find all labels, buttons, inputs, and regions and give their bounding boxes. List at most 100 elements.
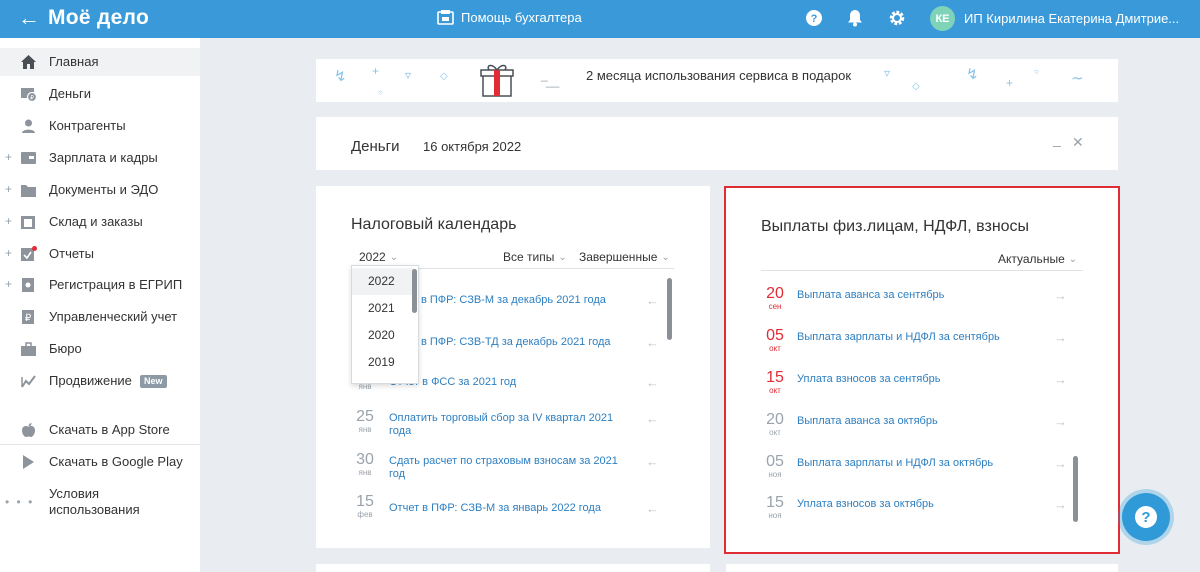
arrow-left-icon: ← xyxy=(646,501,659,516)
sidebar-item-promotion[interactable]: Продвижение New xyxy=(0,367,200,395)
chevron-down-icon: ⌄ xyxy=(389,251,399,263)
year-select[interactable]: 2022 ⌄ xyxy=(359,250,398,264)
top-bar: ← Моё дело Помощь бухгалтера ? КЕ ИП Кир… xyxy=(0,0,1200,38)
sidebar-item-management[interactable]: ₽ Управленческий учет xyxy=(0,303,200,331)
sidebar: Главная ₽ Деньги Контрагенты + Зарплата … xyxy=(0,38,200,572)
dropdown-scrollbar[interactable] xyxy=(412,269,417,313)
money-header: Деньги 16 октября 2022 _ ✕ xyxy=(316,117,1118,170)
decor-icon: ○ xyxy=(378,88,383,97)
help-button[interactable]: ? xyxy=(1122,493,1170,541)
sidebar-item-label: Документы и ЭДО xyxy=(49,182,159,197)
salary-icon xyxy=(21,152,36,164)
sidebar-item-label: Скачать в Google Play xyxy=(49,454,183,469)
sidebar-item-contractors[interactable]: Контрагенты xyxy=(0,112,200,140)
bureau-icon xyxy=(21,342,36,356)
sidebar-item-warehouse[interactable]: + Склад и заказы xyxy=(0,208,200,236)
expand-icon[interactable]: + xyxy=(5,183,12,195)
decor-icon: ▿ xyxy=(884,66,891,80)
tax-calendar-title: Налоговый календарь xyxy=(351,216,517,233)
year-option[interactable]: 2020 xyxy=(352,322,414,349)
app-logo[interactable]: Моё дело xyxy=(48,6,149,30)
expand-icon[interactable]: + xyxy=(5,215,12,227)
sidebar-item-terms[interactable]: • • • Условия использования xyxy=(0,484,200,520)
sidebar-item-label: Главная xyxy=(49,54,99,69)
accountant-help-link[interactable]: Помощь бухгалтера xyxy=(437,9,582,25)
sidebar-item-label: Продвижение xyxy=(49,373,132,388)
next-card xyxy=(726,564,1118,572)
home-icon xyxy=(21,55,36,69)
arrow-left-icon: ← xyxy=(646,411,659,426)
sidebar-item-label: Регистрация в ЕГРИП xyxy=(49,277,183,292)
arrow-left-icon: ← xyxy=(646,335,659,350)
contacts-icon xyxy=(22,119,35,133)
back-arrow-icon[interactable]: ← xyxy=(18,5,40,31)
scrollbar[interactable] xyxy=(667,278,672,340)
gear-icon[interactable] xyxy=(888,9,906,27)
year-option[interactable]: 2019 xyxy=(352,349,414,376)
warehouse-icon xyxy=(21,216,35,229)
list-item[interactable]: 25 янв Оплатить торговый сбор за IV кварт… xyxy=(351,408,671,444)
minimize-icon[interactable]: _ xyxy=(1053,131,1061,147)
sidebar-item-documents[interactable]: + Документы и ЭДО xyxy=(0,176,200,204)
money-title: Деньги xyxy=(351,138,400,155)
svg-text:?: ? xyxy=(1141,509,1150,526)
sidebar-item-google-play[interactable]: Скачать в Google Play xyxy=(0,448,200,476)
date-box: 30 янв xyxy=(356,451,374,477)
decor-icon: ◇ xyxy=(912,81,920,92)
google-play-icon xyxy=(23,455,34,469)
expand-icon[interactable]: + xyxy=(5,278,12,290)
year-option[interactable]: 2021 xyxy=(352,295,414,322)
new-badge: New xyxy=(140,375,167,388)
user-name[interactable]: ИП Кирилина Екатерина Дмитрие... xyxy=(964,11,1184,26)
helper-label: Помощь бухгалтера xyxy=(461,9,582,25)
sidebar-item-label: Зарплата и кадры xyxy=(49,150,158,165)
sidebar-item-label: Деньги xyxy=(49,86,91,101)
next-card xyxy=(316,564,710,572)
year-option[interactable]: 2022 xyxy=(352,268,414,295)
expand-icon[interactable]: + xyxy=(5,247,12,259)
svg-text:₽: ₽ xyxy=(30,95,34,102)
help-icon: ? xyxy=(1135,506,1157,528)
arrow-left-icon: ← xyxy=(646,375,659,390)
decor-icon: ↯ xyxy=(334,68,347,85)
chevron-down-icon: ⌄ xyxy=(661,251,670,263)
sidebar-item-reports[interactable]: + Отчеты xyxy=(0,240,200,268)
documents-icon xyxy=(21,185,36,197)
sidebar-item-bureau[interactable]: Бюро xyxy=(0,335,200,363)
sidebar-item-salary[interactable]: + Зарплата и кадры xyxy=(0,144,200,172)
sidebar-item-label: Бюро xyxy=(49,341,82,356)
sidebar-item-money[interactable]: ₽ Деньги xyxy=(0,80,200,108)
help-icon[interactable]: ? xyxy=(805,9,823,27)
sidebar-item-app-store[interactable]: Скачать в App Store xyxy=(0,416,200,444)
type-filter[interactable]: Все типы ⌄ xyxy=(503,250,567,264)
sidebar-item-registration[interactable]: + Регистрация в ЕГРИП xyxy=(0,271,200,299)
svg-text:₽: ₽ xyxy=(25,313,32,324)
list-item[interactable]: 30 янв Сдать расчет по страховым взносам … xyxy=(351,451,671,487)
decor-icon: ↯ xyxy=(966,66,979,83)
money-icon: ₽ xyxy=(21,88,37,102)
promotion-icon xyxy=(21,375,36,388)
status-filter[interactable]: Завершенные ⌄ xyxy=(579,250,670,264)
money-date: 16 октября 2022 xyxy=(423,139,522,154)
sidebar-item-home[interactable]: Главная xyxy=(0,48,200,76)
expand-icon[interactable]: + xyxy=(5,151,12,163)
promo-banner[interactable]: ↯ + ○ ▿ ◇ _ __ 2 месяца использования се… xyxy=(316,59,1118,102)
decor-icon: ○ xyxy=(1034,67,1039,76)
arrow-left-icon: ← xyxy=(646,454,659,469)
close-icon[interactable]: ✕ xyxy=(1072,134,1084,151)
sidebar-item-label: Управленческий учет xyxy=(49,309,178,324)
more-icon: • • • xyxy=(5,495,35,509)
highlight-frame xyxy=(724,186,1120,554)
year-dropdown: 2022 2021 2020 2019 xyxy=(351,265,419,384)
list-item[interactable]: 15 фев Отчет в ПФР: СЗВ-М за январь 2022 … xyxy=(351,493,671,529)
management-icon: ₽ xyxy=(22,310,34,324)
sidebar-item-label: Контрагенты xyxy=(49,118,126,133)
date-box: 25 янв xyxy=(356,408,374,434)
avatar[interactable]: КЕ xyxy=(930,6,955,31)
decor-icon: ▿ xyxy=(405,68,412,82)
registration-icon xyxy=(22,278,34,292)
apple-icon xyxy=(22,423,35,437)
bell-icon[interactable] xyxy=(847,9,863,27)
sidebar-item-label: Отчеты xyxy=(49,246,94,261)
decor-icon: + xyxy=(372,64,380,78)
